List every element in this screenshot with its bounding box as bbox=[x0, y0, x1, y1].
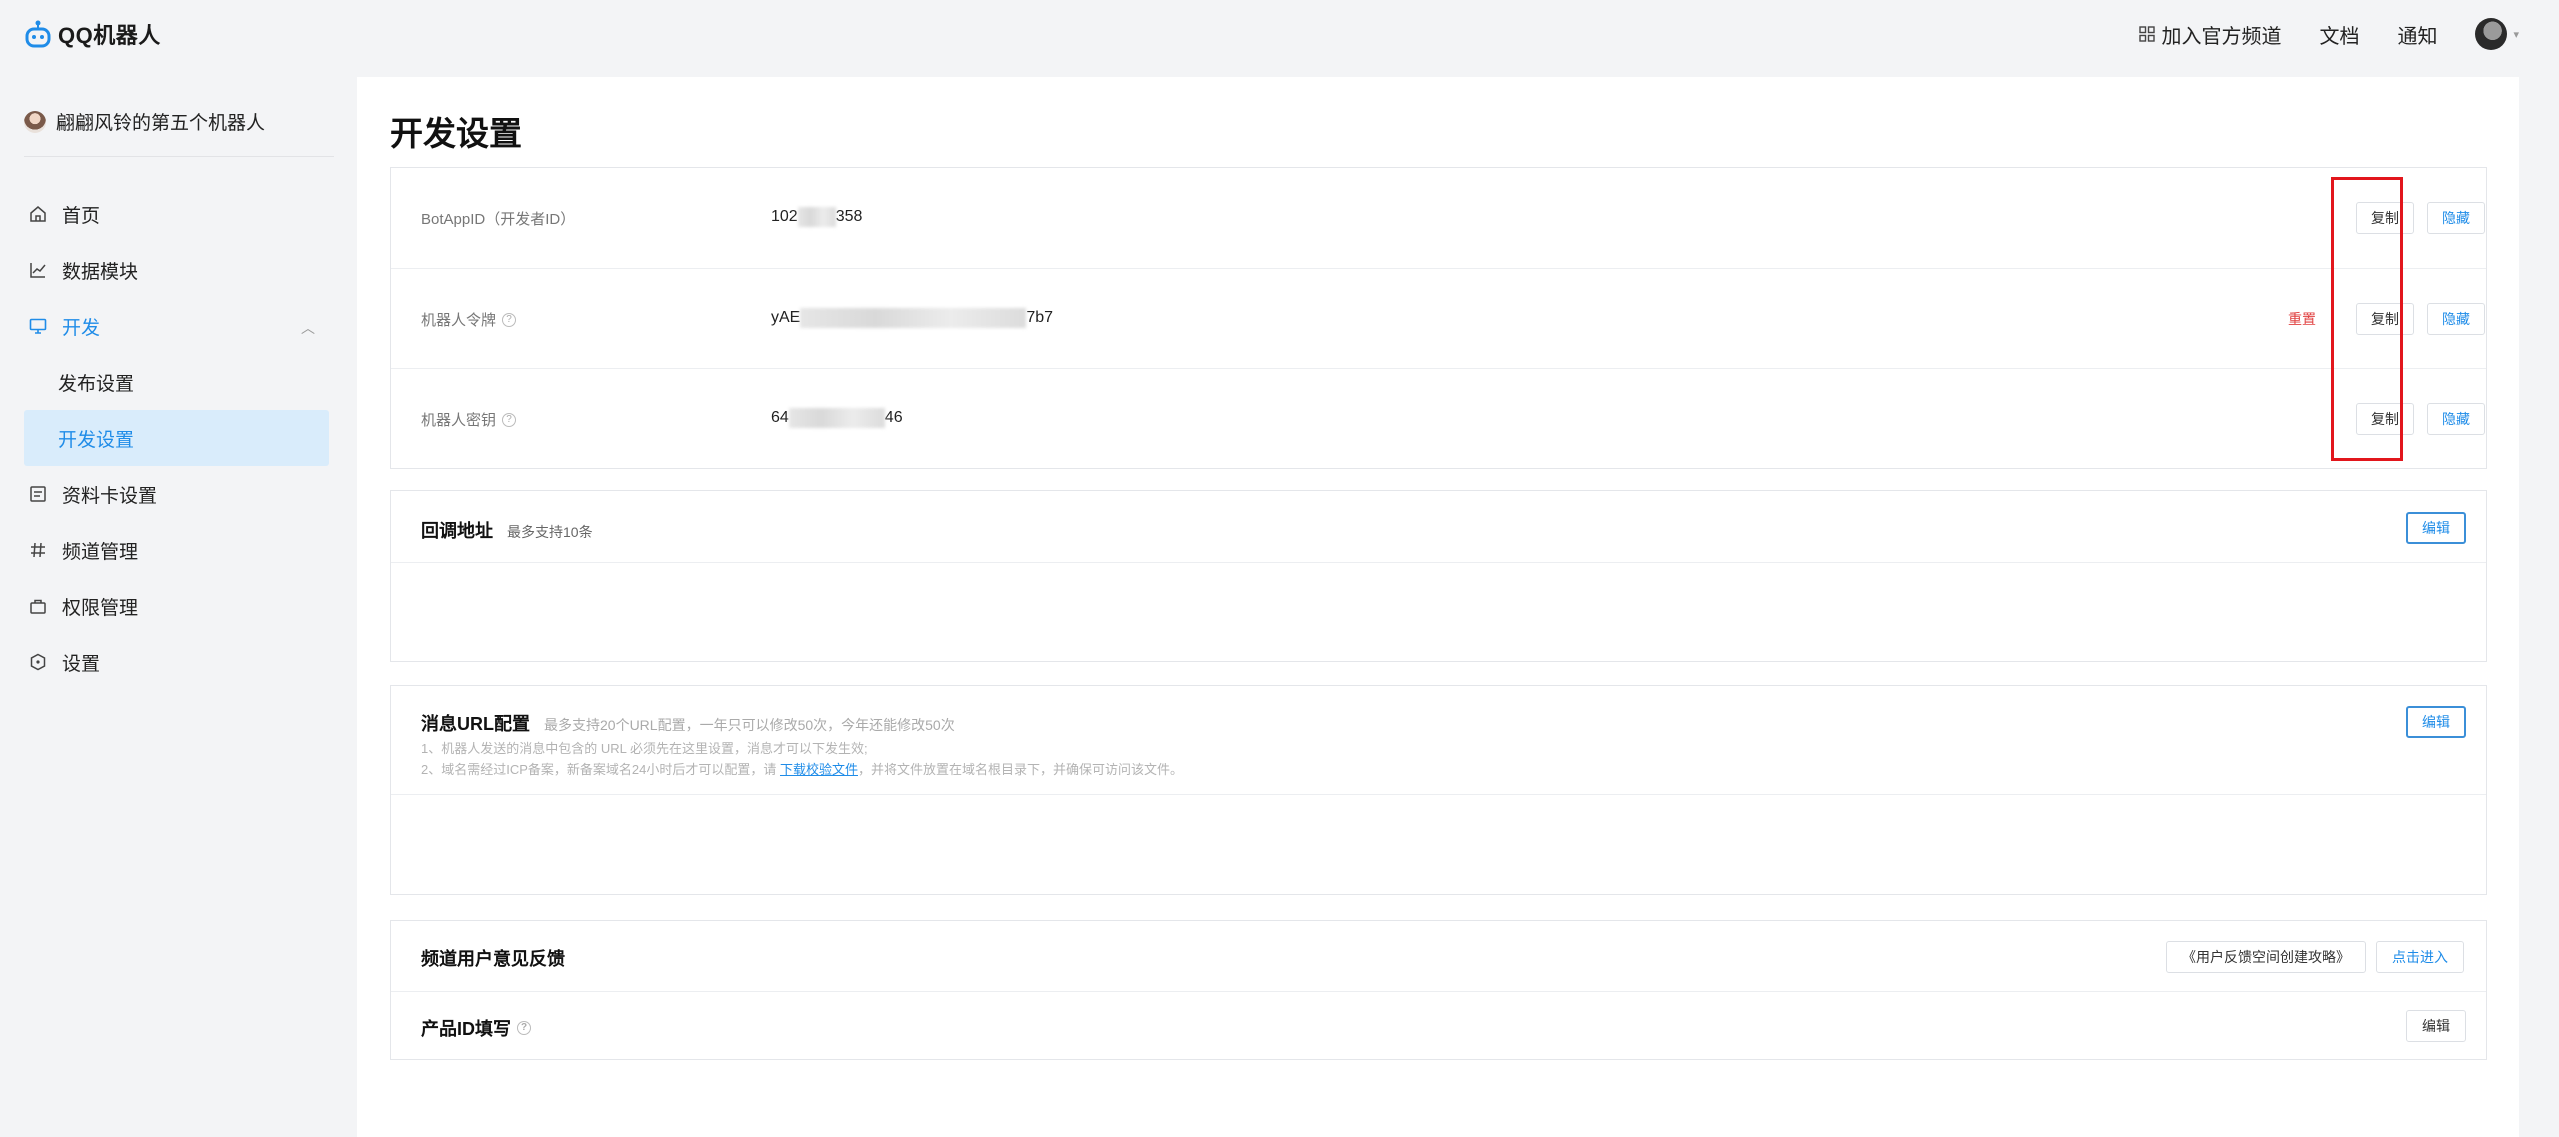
sidebar-item-home[interactable]: 首页 bbox=[24, 186, 329, 242]
divider bbox=[391, 562, 2486, 563]
reset-token-button[interactable]: 重置 bbox=[2273, 303, 2331, 335]
feedback-card: 频道用户意见反馈 《用户反馈空间创建攻略》 点击进入 产品ID填写? 编辑 bbox=[390, 920, 2487, 1060]
callback-hint: 最多支持10条 bbox=[507, 524, 593, 540]
credential-row-token: 机器人令牌? yAE 7b7 重置 复制 隐藏 bbox=[391, 268, 2486, 368]
logo-text: QQ机器人 bbox=[58, 23, 161, 48]
callback-title: 回调地址 最多支持10条 bbox=[421, 521, 593, 541]
token-label: 机器人令牌? bbox=[421, 309, 517, 330]
feedback-guide-button[interactable]: 《用户反馈空间创建攻略》 bbox=[2166, 941, 2366, 973]
docs-link[interactable]: 文档 bbox=[2319, 20, 2359, 49]
message-url-note-2: 2、域名需经过ICP备案，新备案域名24小时后才可以配置，请 下载校验文件，并将… bbox=[421, 762, 1184, 777]
sidebar-item-label: 首页 bbox=[62, 205, 101, 227]
sidebar-item-profile-card[interactable]: 资料卡设置 bbox=[24, 466, 329, 522]
sidebar-item-develop[interactable]: 开发 ︿ bbox=[24, 298, 329, 354]
sidebar-item-label: 设置 bbox=[62, 653, 101, 675]
bot-avatar bbox=[24, 110, 46, 133]
masked-value bbox=[797, 207, 836, 227]
qq-bot-logo[interactable]: QQ机器人 bbox=[24, 18, 161, 50]
sidebar-item-label: 数据模块 bbox=[62, 261, 139, 283]
credentials-card: BotAppID（开发者ID） 102 358 复制 隐藏 机器人令牌? yAE 7… bbox=[390, 167, 2487, 469]
robot-logo-icon bbox=[25, 20, 51, 48]
feedback-title: 频道用户意见反馈 bbox=[421, 949, 565, 969]
chart-line-icon bbox=[28, 260, 48, 280]
copy-token-button[interactable]: 复制 bbox=[2356, 303, 2414, 335]
sidebar-item-settings[interactable]: 设置 bbox=[24, 634, 329, 690]
message-url-card: 消息URL配置 最多支持20个URL配置，一年只可以修改50次，今年还能修改50次… bbox=[390, 685, 2487, 895]
sidebar-item-publish-settings[interactable]: 发布设置 bbox=[24, 354, 329, 410]
sidebar-nav: 首页 数据模块 开发 ︿ 发布设置 开发设置 资料卡设置 频道管理 权限管理 设… bbox=[24, 186, 329, 690]
bot-name: 翩翩风铃的第五个机器人 bbox=[56, 113, 266, 134]
help-icon[interactable]: ? bbox=[517, 1021, 531, 1035]
credential-row-appid: BotAppID（开发者ID） 102 358 复制 隐藏 bbox=[391, 168, 2486, 268]
hash-icon bbox=[28, 540, 48, 560]
monitor-icon bbox=[28, 316, 48, 336]
top-bar: QQ机器人 加入官方频道 文档 通知 ▾ bbox=[0, 0, 2559, 72]
masked-value bbox=[788, 408, 885, 428]
feedback-enter-button[interactable]: 点击进入 bbox=[2376, 941, 2464, 973]
edit-message-url-button[interactable]: 编辑 bbox=[2406, 706, 2466, 738]
home-icon bbox=[28, 204, 48, 224]
sidebar-item-label: 开发 bbox=[62, 317, 101, 339]
notify-link[interactable]: 通知 bbox=[2397, 20, 2437, 49]
callback-card: 回调地址 最多支持10条 编辑 bbox=[390, 490, 2487, 662]
sidebar-divider bbox=[24, 156, 334, 157]
sidebar-item-dev-settings[interactable]: 开发设置 bbox=[24, 410, 329, 466]
edit-product-id-button[interactable]: 编辑 bbox=[2406, 1010, 2466, 1042]
sidebar-item-label: 资料卡设置 bbox=[62, 485, 158, 507]
bag-icon bbox=[28, 596, 48, 616]
grid-icon bbox=[2139, 26, 2156, 42]
appid-label: BotAppID（开发者ID） bbox=[421, 211, 576, 228]
download-verify-file-link[interactable]: 下载校验文件 bbox=[780, 762, 858, 777]
divider bbox=[391, 794, 2486, 795]
sidebar-item-permission[interactable]: 权限管理 bbox=[24, 578, 329, 634]
credential-row-secret: 机器人密钥? 64 46 复制 隐藏 bbox=[391, 368, 2486, 468]
secret-label: 机器人密钥? bbox=[421, 409, 517, 430]
masked-value bbox=[800, 308, 1027, 328]
sidebar-item-label: 权限管理 bbox=[62, 597, 139, 619]
token-value: yAE 7b7 bbox=[771, 308, 1054, 328]
help-icon[interactable]: ? bbox=[502, 312, 517, 327]
hide-token-button[interactable]: 隐藏 bbox=[2427, 303, 2485, 335]
hide-appid-button[interactable]: 隐藏 bbox=[2427, 202, 2485, 234]
chevron-down-icon: ▾ bbox=[2513, 28, 2519, 41]
message-url-hint: 最多支持20个URL配置，一年只可以修改50次，今年还能修改50次 bbox=[544, 717, 955, 733]
sidebar-item-data[interactable]: 数据模块 bbox=[24, 242, 329, 298]
sidebar-item-label: 频道管理 bbox=[62, 541, 139, 563]
help-icon[interactable]: ? bbox=[502, 412, 517, 427]
divider bbox=[391, 991, 2486, 992]
hide-secret-button[interactable]: 隐藏 bbox=[2427, 403, 2485, 435]
sidebar-item-channel[interactable]: 频道管理 bbox=[24, 522, 329, 578]
page-title: 开发设置 bbox=[390, 115, 522, 152]
product-id-title: 产品ID填写? bbox=[421, 1015, 531, 1041]
user-menu[interactable]: ▾ bbox=[2475, 18, 2519, 50]
join-channel-link[interactable]: 加入官方频道 bbox=[2139, 20, 2281, 49]
message-url-title: 消息URL配置 最多支持20个URL配置，一年只可以修改50次，今年还能修改50次 bbox=[421, 714, 955, 734]
main-panel: 开发设置 BotAppID（开发者ID） 102 358 复制 隐藏 机器人令牌?… bbox=[357, 77, 2519, 1137]
chevron-up-icon: ︿ bbox=[301, 320, 315, 336]
copy-secret-button[interactable]: 复制 bbox=[2356, 403, 2414, 435]
bot-selector[interactable]: 翩翩风铃的第五个机器人 bbox=[24, 108, 265, 135]
copy-appid-button[interactable]: 复制 bbox=[2356, 202, 2414, 234]
message-url-note-1: 1、机器人发送的消息中包含的 URL 必须先在这里设置，消息才可以下发生效; bbox=[421, 741, 868, 756]
hexagon-icon bbox=[28, 652, 48, 672]
sidebar: 翩翩风铃的第五个机器人 首页 数据模块 开发 ︿ 发布设置 开发设置 资料卡设置… bbox=[0, 72, 356, 1137]
card-icon bbox=[28, 484, 48, 504]
secret-value: 64 46 bbox=[771, 408, 903, 428]
edit-callback-button[interactable]: 编辑 bbox=[2406, 512, 2466, 544]
appid-value: 102 358 bbox=[771, 207, 863, 227]
avatar[interactable] bbox=[2475, 18, 2508, 50]
join-channel-label: 加入官方频道 bbox=[2161, 25, 2282, 48]
